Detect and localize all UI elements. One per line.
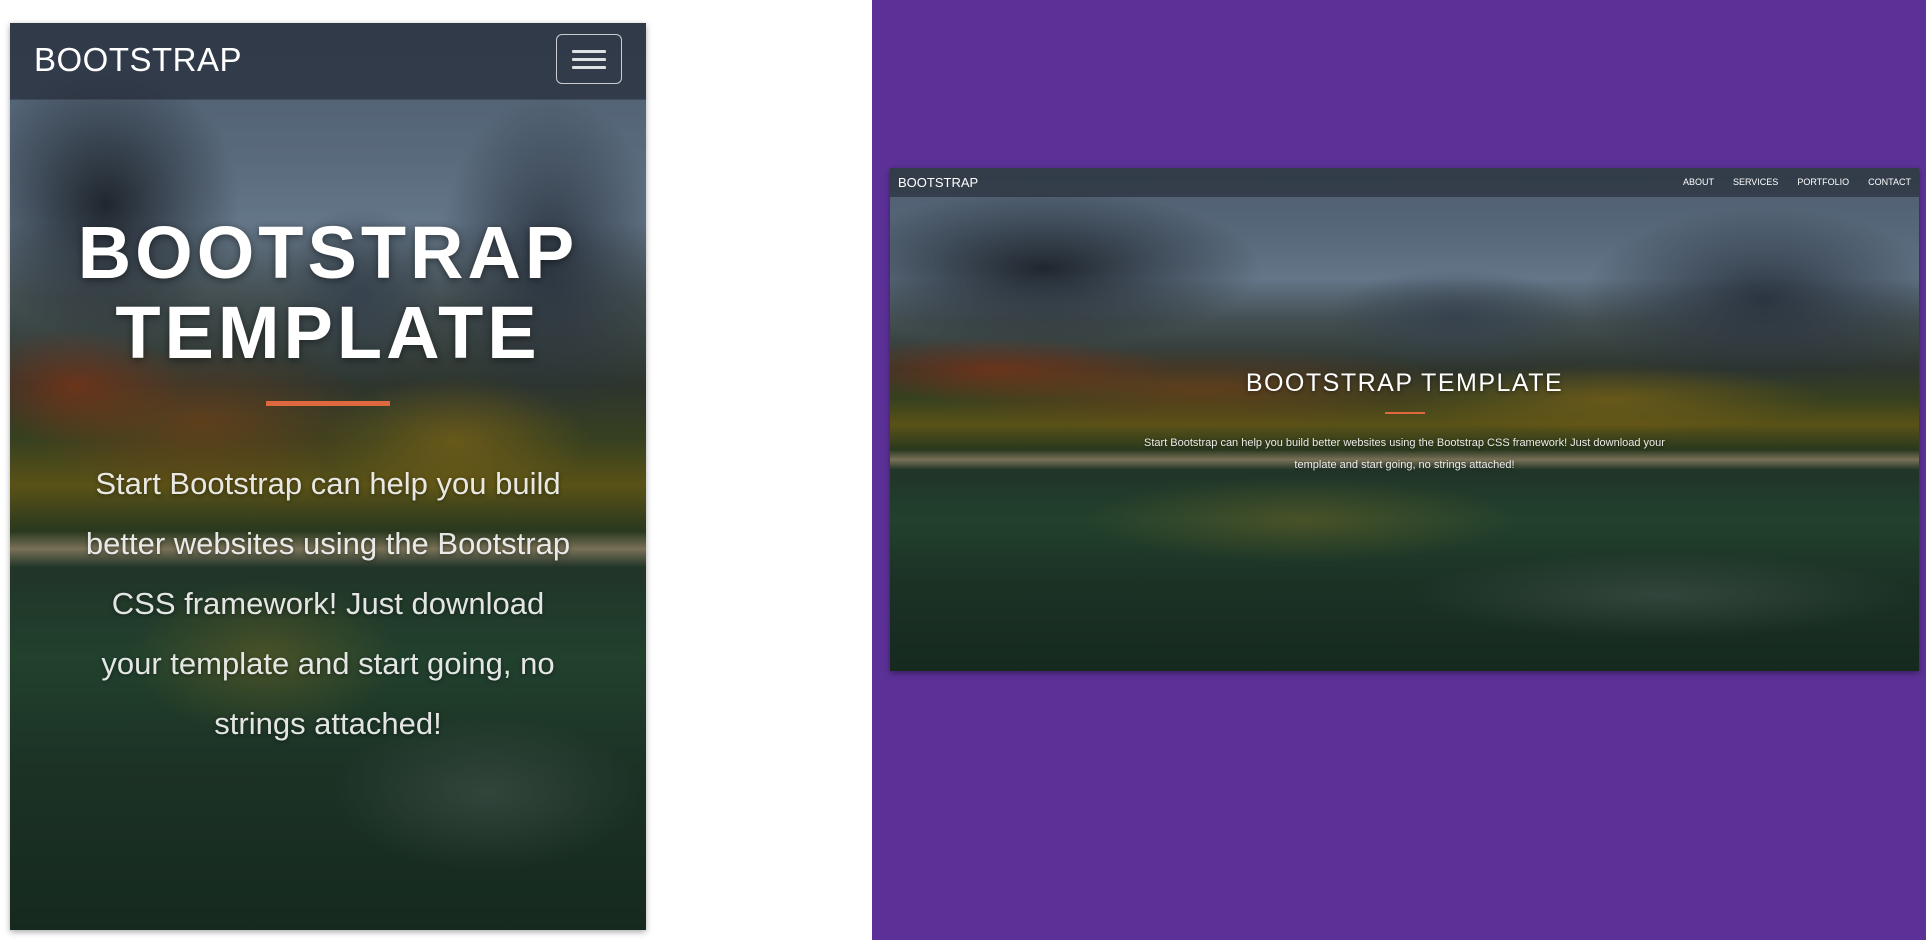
- desktop-preview: BOOTSTRAP ABOUT SERVICES PORTFOLIO CONTA…: [890, 168, 1919, 671]
- mobile-hero: BOOTSTRAP TEMPLATE Start Bootstrap can h…: [10, 23, 646, 930]
- hamburger-line: [572, 58, 606, 61]
- hamburger-line: [572, 50, 606, 53]
- desktop-hero: BOOTSTRAP TEMPLATE Start Bootstrap can h…: [890, 168, 1919, 671]
- desktop-navbar: BOOTSTRAP ABOUT SERVICES PORTFOLIO CONTA…: [890, 168, 1919, 197]
- desktop-hero-divider: [1385, 412, 1425, 414]
- nav-link-contact[interactable]: CONTACT: [1868, 177, 1911, 187]
- mobile-navbar: BOOTSTRAP: [10, 23, 646, 100]
- nav-link-portfolio[interactable]: PORTFOLIO: [1797, 177, 1849, 187]
- mobile-brand-link[interactable]: BOOTSTRAP: [34, 41, 242, 79]
- hamburger-line: [572, 66, 606, 69]
- hamburger-menu-icon[interactable]: [556, 34, 622, 84]
- nav-link-about[interactable]: ABOUT: [1683, 177, 1714, 187]
- desktop-hero-title: BOOTSTRAP TEMPLATE: [1245, 369, 1564, 397]
- desktop-nav-menu: ABOUT SERVICES PORTFOLIO CONTACT: [1664, 177, 1911, 187]
- mobile-preview: BOOTSTRAP BOOTSTRAP TEMPLATE Start Boots…: [10, 23, 646, 930]
- desktop-hero-subtitle: Start Bootstrap can help you build bette…: [1144, 437, 1665, 471]
- desktop-brand-link[interactable]: BOOTSTRAP: [898, 175, 978, 190]
- mobile-hero-subtitle: Start Bootstrap can help you build bette…: [85, 466, 571, 741]
- mobile-hero-divider: [266, 401, 390, 406]
- mobile-hero-title: BOOTSTRAP TEMPLATE: [77, 211, 579, 374]
- nav-link-services[interactable]: SERVICES: [1733, 177, 1778, 187]
